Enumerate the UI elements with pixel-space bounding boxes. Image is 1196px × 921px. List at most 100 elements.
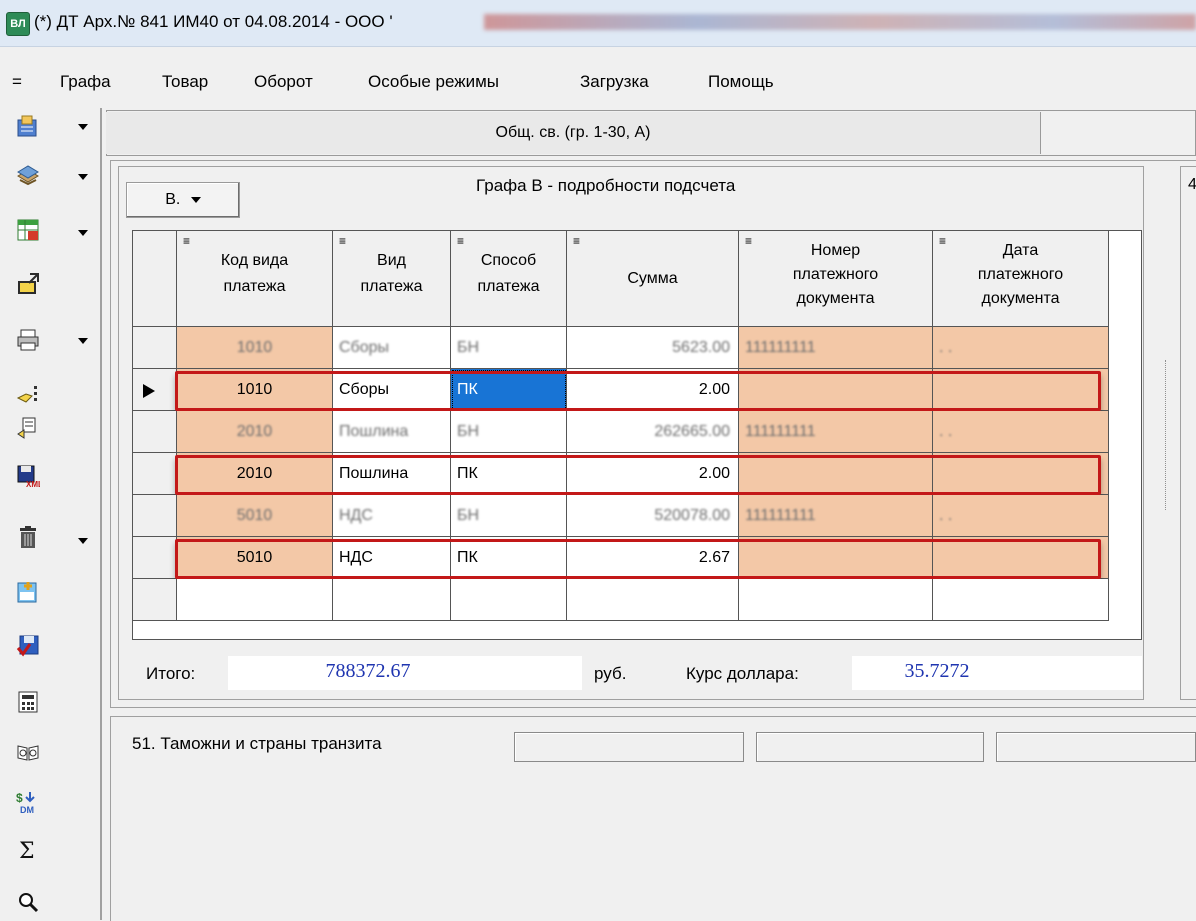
- column-header-method[interactable]: ≡ Способ платежа: [451, 231, 567, 327]
- database-icon[interactable]: [16, 162, 40, 186]
- cell-doc_no[interactable]: [739, 579, 933, 621]
- cell-code[interactable]: 2010: [177, 411, 333, 453]
- column-header-text: Вид: [377, 252, 406, 269]
- row-indicator[interactable]: [133, 579, 177, 621]
- cell-method[interactable]: БН: [451, 327, 567, 369]
- cell-value: 2010: [236, 423, 273, 440]
- cell-value: . .: [939, 507, 953, 524]
- delete-icon[interactable]: [16, 526, 40, 550]
- cell-value: БН: [457, 507, 480, 524]
- cell-type[interactable]: Сборы: [333, 327, 451, 369]
- cell-code[interactable]: 5010: [177, 495, 333, 537]
- cell-type[interactable]: [333, 579, 451, 621]
- column-header-text: Сумма: [627, 270, 678, 287]
- cell-method[interactable]: БН: [451, 411, 567, 453]
- row-indicator[interactable]: [133, 327, 177, 369]
- cell-method[interactable]: БН: [451, 495, 567, 537]
- export-icon[interactable]: [16, 272, 40, 296]
- row-indicator[interactable]: [133, 411, 177, 453]
- cell-amount[interactable]: 262665.00: [567, 411, 739, 453]
- chevron-down-icon[interactable]: [78, 174, 88, 180]
- cell-value: 5623.00: [672, 339, 730, 356]
- cell-amount[interactable]: 5623.00: [567, 327, 739, 369]
- transit-customs-field-1[interactable]: [514, 732, 744, 762]
- current-row-icon: [143, 384, 155, 398]
- cell-amount[interactable]: 520078.00: [567, 495, 739, 537]
- transit-customs-field-3[interactable]: [996, 732, 1196, 762]
- chevron-down-icon: [190, 196, 201, 203]
- side-toolbar: XML $DM Σ: [0, 106, 100, 920]
- highlight-frame: [175, 455, 1101, 495]
- cell-code[interactable]: [177, 579, 333, 621]
- row-indicator[interactable]: [133, 453, 177, 495]
- section-51-label: 51. Таможни и страны транзита: [132, 734, 382, 753]
- column-header-amount[interactable]: ≡ Сумма: [567, 231, 739, 327]
- title-bar: ВЛ (*) ДТ Арх.№ 841 ИМ40 от 04.08.2014 -…: [0, 0, 1196, 47]
- chevron-down-icon[interactable]: [78, 124, 88, 130]
- menu-tovar[interactable]: Товар: [162, 72, 208, 92]
- cell-value: . .: [939, 339, 953, 356]
- column-menu-icon[interactable]: ≡: [183, 235, 190, 247]
- print-icon[interactable]: [16, 328, 40, 352]
- document-icon[interactable]: [16, 114, 40, 138]
- cell-type[interactable]: Пошлина: [333, 411, 451, 453]
- row-indicator[interactable]: [133, 369, 177, 411]
- cell-doc_date[interactable]: [933, 579, 1109, 621]
- cell-value: Пошлина: [339, 423, 409, 440]
- system-menu[interactable]: =: [12, 72, 22, 92]
- cell-method[interactable]: [451, 579, 567, 621]
- column-header-text: платежа: [223, 278, 286, 295]
- xml-save-icon[interactable]: XML: [16, 464, 43, 489]
- transit-customs-field-2[interactable]: [756, 732, 984, 762]
- cell-doc_date[interactable]: . .: [933, 327, 1109, 369]
- column-header-code[interactable]: ≡ Код вида платежа: [177, 231, 333, 327]
- cell-doc_no[interactable]: 111111111: [739, 411, 933, 453]
- book-icon[interactable]: [16, 740, 40, 764]
- column-header-doc_date[interactable]: ≡ Дата платежного документа: [933, 231, 1109, 327]
- column-menu-icon[interactable]: ≡: [573, 235, 580, 247]
- window-title: (*) ДТ Арх.№ 841 ИМ40 от 04.08.2014 - ОО…: [34, 12, 393, 31]
- cell-value: 520078.00: [654, 507, 730, 524]
- cell-doc_date[interactable]: . .: [933, 495, 1109, 537]
- grafa-b-dropdown[interactable]: В.: [126, 182, 240, 218]
- row-indicator[interactable]: [133, 495, 177, 537]
- add-document-icon[interactable]: [16, 580, 40, 604]
- menu-oborot[interactable]: Оборот: [254, 72, 313, 92]
- cell-amount[interactable]: [567, 579, 739, 621]
- column-menu-icon[interactable]: ≡: [339, 235, 346, 247]
- row-indicator[interactable]: [133, 537, 177, 579]
- splitter-handle[interactable]: [1165, 360, 1168, 510]
- column-menu-icon[interactable]: ≡: [457, 235, 464, 247]
- cell-value: . .: [939, 423, 953, 440]
- column-header-text: платежного: [792, 266, 879, 283]
- panel-title: Графа В - подробности подсчета: [476, 176, 736, 195]
- chevron-down-icon[interactable]: [78, 538, 88, 544]
- tab-general-info[interactable]: Общ. св. (гр. 1-30, А): [106, 112, 1041, 154]
- chevron-down-icon[interactable]: [78, 338, 88, 344]
- menu-grafa[interactable]: Графа: [60, 72, 111, 92]
- search-icon[interactable]: [16, 890, 40, 914]
- highlight-frame: [175, 371, 1101, 411]
- chevron-down-icon[interactable]: [78, 230, 88, 236]
- signature-icon[interactable]: [16, 382, 40, 406]
- save-icon[interactable]: [16, 634, 40, 658]
- table-icon[interactable]: [16, 218, 40, 242]
- menu-special-modes[interactable]: Особые режимы: [368, 72, 499, 92]
- svg-text:XML: XML: [26, 480, 40, 488]
- cell-doc_no[interactable]: 111111111: [739, 327, 933, 369]
- column-header-type[interactable]: ≡ Вид платежа: [333, 231, 451, 327]
- currency-icon[interactable]: $ DM: [16, 790, 40, 815]
- cell-type[interactable]: НДС: [333, 495, 451, 537]
- cell-code[interactable]: 1010: [177, 327, 333, 369]
- menu-help[interactable]: Помощь: [708, 72, 774, 92]
- svg-text:DM: DM: [20, 805, 34, 814]
- svg-text:Σ: Σ: [19, 839, 35, 862]
- cell-value: БН: [457, 423, 480, 440]
- certificate-icon[interactable]: [16, 416, 40, 440]
- cell-doc_no[interactable]: 111111111: [739, 495, 933, 537]
- column-header-doc_no[interactable]: ≡ Номер платежного документа: [739, 231, 933, 327]
- sum-icon[interactable]: Σ: [16, 838, 40, 864]
- cell-doc_date[interactable]: . .: [933, 411, 1109, 453]
- calculator-icon[interactable]: [16, 690, 40, 714]
- menu-load[interactable]: Загрузка: [580, 72, 649, 92]
